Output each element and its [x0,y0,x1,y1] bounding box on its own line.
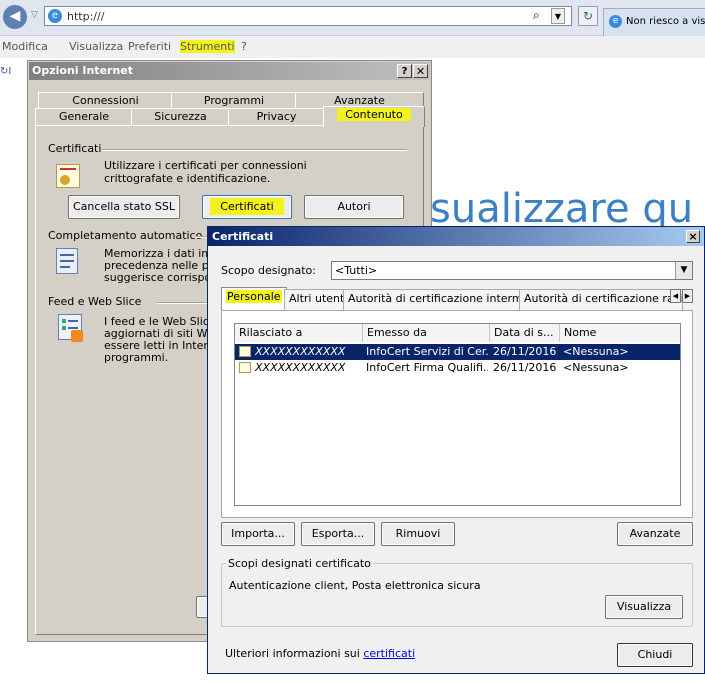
menu-preferiti[interactable]: Preferiti [128,40,171,53]
footer-label: Ulteriori informazioni sui [225,647,360,660]
tab-contenuto-label: Contenuto [337,108,411,121]
authors-button[interactable]: Autori [304,195,404,219]
tab-personale-label: Personale [226,290,282,303]
tab-personale[interactable]: Personale [221,287,287,310]
feeds-text-line: programmi. [104,351,169,364]
cell-issued-by: InfoCert Firma Qualifi... [366,361,488,374]
menu-strumenti[interactable]: Strumenti [180,40,235,53]
tab-connessioni[interactable]: Connessioni [38,92,173,109]
certificates-button[interactable]: Certificati [202,195,292,219]
tab-contenuto[interactable]: Contenuto [323,106,425,127]
certificates-title: Certificati [212,230,274,243]
close-icon: × [688,230,698,243]
menu-bar: Modifica Visualizza Preferiti Strumenti … [0,36,705,58]
browser-toolbar: ◀ ▽ e http:/// ⌕ ▼ ↻ e Non riesco a visu [0,0,705,36]
internet-options-title: Opzioni Internet [32,64,134,77]
certificate-row-icon [239,346,251,357]
certificates-link[interactable]: certificati [363,647,415,660]
internet-options-titlebar: Opzioni Internet ? ✕ [29,62,430,80]
certificates-list-header: Rilasciato a Emesso da Data di s... Nome [235,324,680,342]
certificates-button-label: Certificati [210,198,284,215]
export-button[interactable]: Esporta... [301,522,375,546]
remove-button[interactable]: Rimuovi [381,522,455,546]
cell-name: <Nessuna> [563,361,629,374]
purposes-text: Autenticazione client, Posta elettronica… [229,579,481,592]
tab-sicurezza[interactable]: Sicurezza [131,108,230,126]
advanced-button[interactable]: Avanzate [617,522,693,546]
column-issued-by[interactable]: Emesso da [363,324,490,342]
menu-help[interactable]: ? [241,40,247,53]
ie-tab-icon: e [609,15,622,28]
certificates-close-button[interactable]: × [686,230,700,243]
certificate-icon [56,164,80,188]
search-icon[interactable]: ⌕ [533,8,540,23]
column-expiry[interactable]: Data di s... [490,324,560,342]
clear-ssl-button[interactable]: Cancella stato SSL [68,195,180,219]
view-button[interactable]: Visualizza [605,595,683,619]
address-bar[interactable]: e http:/// ⌕ ▼ [44,6,572,26]
menu-visualizza[interactable]: Visualizza [69,40,123,53]
back-button[interactable]: ◀ [3,5,27,29]
import-button[interactable]: Importa... [221,522,295,546]
tab-scroll-right-icon[interactable]: ▶ [682,289,693,303]
back-arrow-icon: ◀ [9,8,21,24]
help-button[interactable]: ? [397,64,412,78]
certificates-list[interactable]: Rilasciato a Emesso da Data di s... Nome… [234,323,681,506]
cell-issued-to: XXXXXXXXXXXX [255,361,346,374]
feeds-icon [58,314,83,342]
feeds-group-label: Feed e Web Slice [48,295,142,308]
browser-tab[interactable]: e Non riesco a visu [603,8,705,36]
forward-dropdown-icon[interactable]: ▽ [31,10,38,20]
certificate-row-icon [239,362,251,373]
personal-tab-panel: Rilasciato a Emesso da Data di s... Nome… [221,310,693,518]
refresh-button[interactable]: ↻ [578,6,598,26]
feeds-group-divider [157,302,208,303]
address-text: http:/// [67,10,105,23]
tab-generale[interactable]: Generale [35,108,133,126]
footer-text: Ulteriori informazioni sui certificati [225,647,415,660]
internet-options-close-button[interactable]: ✕ [413,64,428,78]
autocomplete-group-label: Completamento automatico [48,229,203,242]
page-side-icon: ↻I [0,66,12,77]
tab-scroll-left-icon[interactable]: ◀ [670,289,681,303]
autocomplete-icon [56,248,78,274]
tab-title: Non riesco a visu [626,16,705,27]
ie-page-icon: e [48,9,62,23]
column-issued-to[interactable]: Rilasciato a [235,324,363,342]
scope-select-value: <Tutti> [335,264,378,277]
cell-expiry: 26/11/2016 [493,361,557,374]
close-button[interactable]: Chiudi [617,643,693,667]
table-row[interactable]: XXXXXXXXXXXX InfoCert Firma Qualifi... 2… [235,360,680,376]
certificates-dialog: Certificati × Scopo designato: <Tutti> ▼… [207,226,705,674]
purposes-group-label: Scopi designati certificato [226,557,373,570]
scope-label: Scopo designato: [221,264,316,277]
column-name[interactable]: Nome [560,324,680,342]
cell-issued-to: XXXXXXXXXXXX [255,345,346,358]
menu-modifica[interactable]: Modifica [2,40,48,53]
scope-dropdown-icon[interactable]: ▼ [675,262,692,279]
certificates-group-divider [102,149,407,150]
tab-root-ca[interactable]: Autorità di certificazione radi [519,289,683,310]
certificates-titlebar: Certificati × [208,227,704,246]
scope-select[interactable]: <Tutti> ▼ [331,261,693,280]
table-row[interactable]: XXXXXXXXXXXX InfoCert Servizi di Cer... … [235,344,680,360]
certificates-description: Utilizzare i certificati per connessioni… [104,159,307,185]
cell-issued-by: InfoCert Servizi di Cer... [366,345,488,358]
tab-privacy[interactable]: Privacy [228,108,325,126]
refresh-icon: ↻ [582,9,594,23]
cell-name: <Nessuna> [563,345,629,358]
tab-programmi[interactable]: Programmi [171,92,297,109]
dropdown-arrow-icon[interactable]: ▼ [551,8,565,24]
certificates-tab-strip: Personale Altri utenti Autorità di certi… [221,287,693,310]
cell-expiry: 26/11/2016 [493,345,557,358]
certificates-group-label: Certificati [48,142,102,155]
